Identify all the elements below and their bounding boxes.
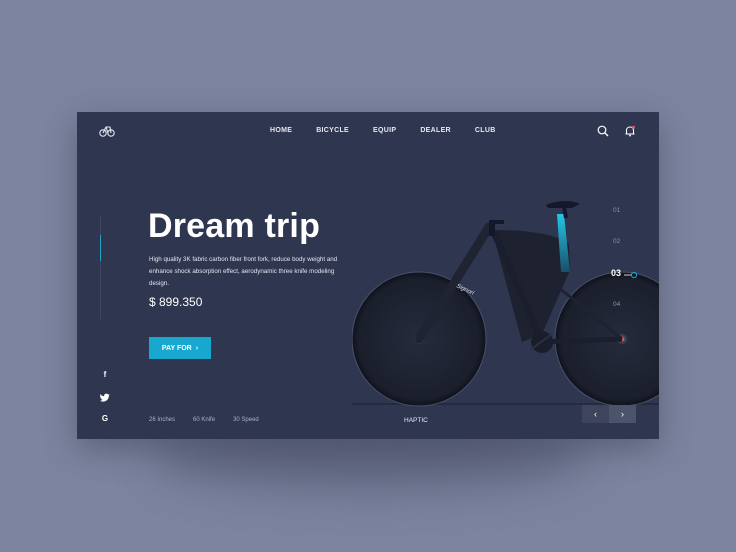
chevron-left-icon: ‹ — [594, 409, 597, 419]
chevron-right-icon: › — [195, 344, 199, 352]
hero-title: Dream trip — [148, 207, 321, 245]
pay-for-label: PAY FOR — [161, 344, 192, 352]
bicycle-icon[interactable] — [99, 124, 115, 138]
search-icon[interactable] — [597, 125, 609, 137]
nav-home[interactable]: HOME — [270, 127, 292, 134]
hero-card: HOME BICYCLE EQUIP DEALER CLUB Dream tri… — [77, 112, 659, 439]
facebook-icon[interactable]: f — [100, 370, 110, 379]
google-icon[interactable]: G — [100, 414, 110, 423]
scroll-indicator — [100, 215, 101, 319]
nav-equip[interactable]: EQUIP — [373, 127, 396, 134]
nav-bicycle[interactable]: BICYCLE — [316, 127, 349, 134]
twitter-icon[interactable] — [100, 393, 110, 402]
pager-item[interactable]: 04 — [613, 301, 620, 308]
bell-icon[interactable] — [624, 125, 636, 137]
pager-active-marker — [624, 271, 638, 279]
chevron-right-icon: › — [621, 409, 624, 419]
pager-item[interactable]: 01 — [613, 207, 620, 214]
pager-item[interactable]: 02 — [613, 238, 620, 245]
spec-size: 26 Inches — [149, 417, 176, 423]
price: $ 899.350 — [149, 295, 203, 309]
nav-club[interactable]: CLUB — [475, 127, 496, 134]
main-nav: HOME BICYCLE EQUIP DEALER CLUB — [270, 127, 496, 134]
bicycle-image: Signori — [352, 201, 659, 407]
scroll-indicator-active — [100, 235, 101, 261]
spec-speed: 30 Speed — [233, 417, 259, 423]
nav-dealer[interactable]: DEALER — [420, 127, 451, 134]
pay-for-button[interactable]: PAY FOR › — [149, 337, 211, 359]
hero-description: High quality 3K fabric carbon fiber fron… — [149, 256, 338, 288]
pager-item-active[interactable]: 03 — [611, 268, 621, 278]
prev-button[interactable]: ‹ — [582, 405, 609, 423]
spec-list: 26 Inches 60 Knife 30 Speed — [149, 417, 259, 423]
spec-knife: 60 Knife — [193, 417, 216, 423]
next-button[interactable]: › — [609, 405, 636, 423]
product-label: HAPTIC — [404, 417, 428, 424]
